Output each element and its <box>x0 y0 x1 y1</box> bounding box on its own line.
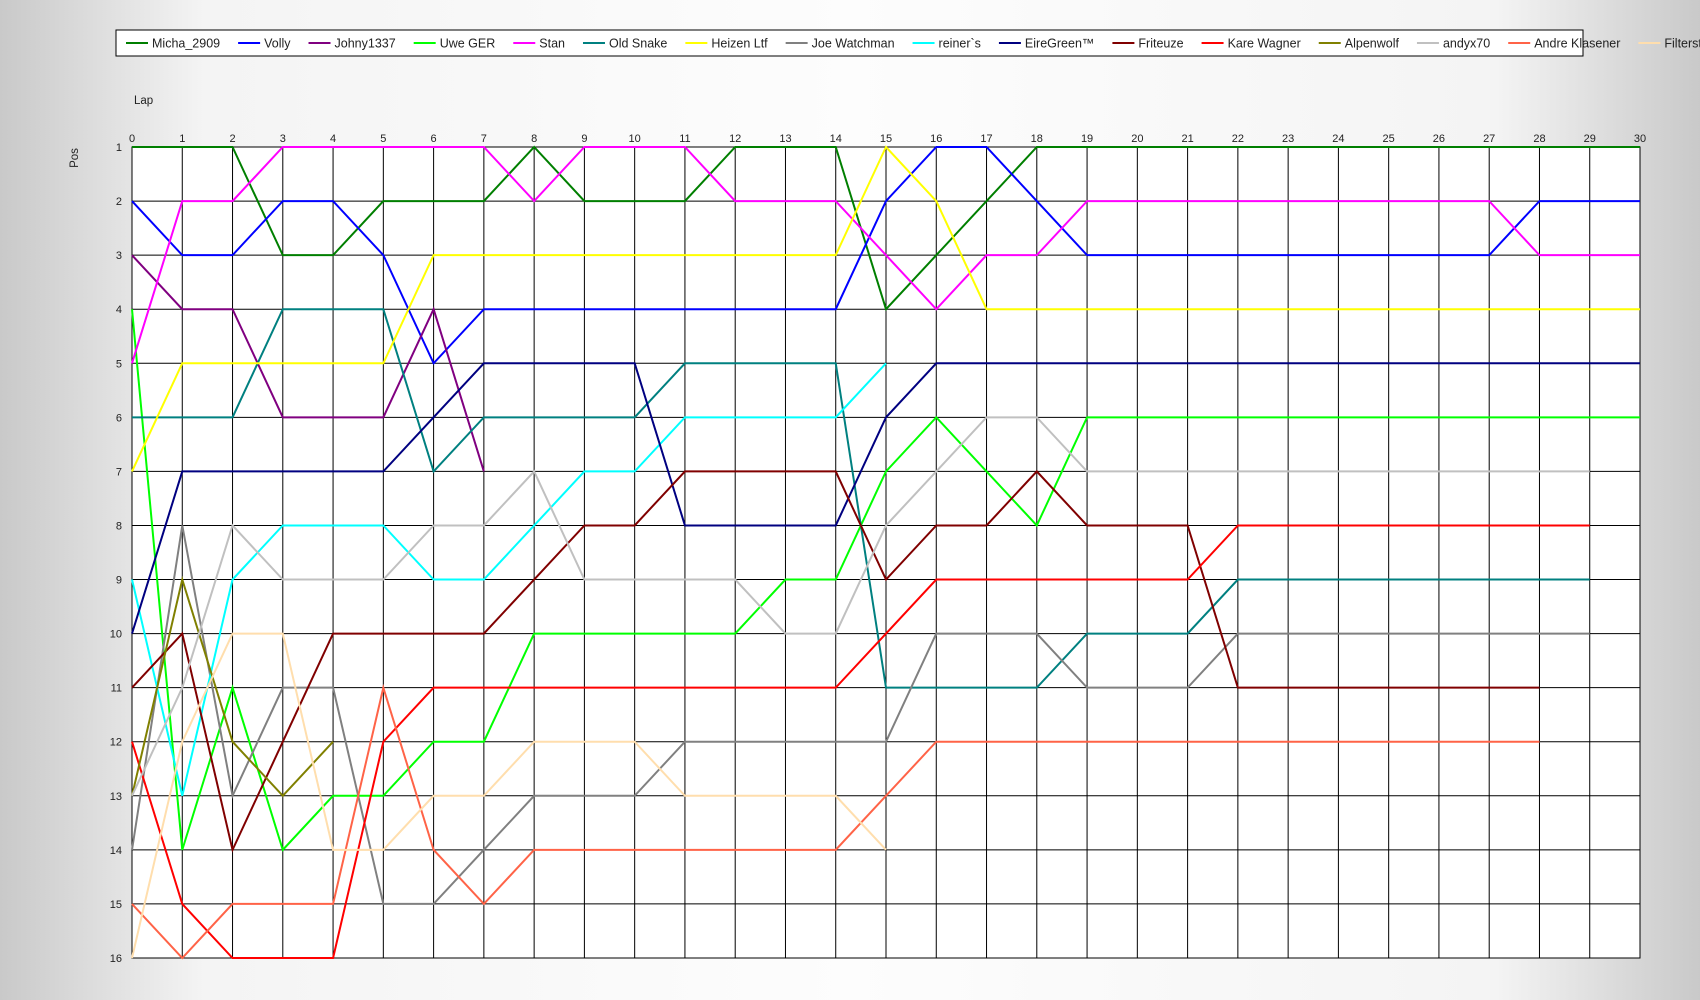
y-tick-label: 5 <box>116 358 122 370</box>
x-tick-label: 14 <box>830 133 842 145</box>
y-tick-label: 3 <box>116 250 122 262</box>
legend-item-label: Uwe GER <box>440 37 496 51</box>
y-tick-label: 16 <box>110 953 122 965</box>
x-tick-label: 10 <box>629 133 641 145</box>
x-tick-label: 23 <box>1282 133 1294 145</box>
x-tick-label: 7 <box>481 133 487 145</box>
x-tick-label: 30 <box>1634 133 1646 145</box>
y-tick-label: 15 <box>110 899 122 911</box>
x-tick-label: 19 <box>1081 133 1093 145</box>
legend-item-label: Old Snake <box>609 37 667 51</box>
y-tick-label: 7 <box>116 466 122 478</box>
y-tick-label: 12 <box>110 737 122 749</box>
x-tick-label: 13 <box>779 133 791 145</box>
y-tick-label: 6 <box>116 412 122 424</box>
x-tick-label: 5 <box>380 133 386 145</box>
legend-item-label: Friteuze <box>1138 37 1183 51</box>
x-tick-label: 4 <box>330 133 336 145</box>
x-tick-label: 20 <box>1131 133 1143 145</box>
x-tick-label: 29 <box>1584 133 1596 145</box>
legend-item-label: Stan <box>539 37 565 51</box>
legend-item-label: reiner`s <box>939 37 981 51</box>
x-axis-label: Lap <box>134 95 153 107</box>
x-tick-label: 12 <box>729 133 741 145</box>
legend-item-label: EireGreen™ <box>1025 37 1094 51</box>
x-tick-label: 8 <box>531 133 537 145</box>
x-tick-label: 21 <box>1181 133 1193 145</box>
x-tick-label: 28 <box>1533 133 1545 145</box>
y-tick-label: 14 <box>110 845 122 857</box>
legend-item-label: andyx70 <box>1443 37 1490 51</box>
y-tick-label: 10 <box>110 629 122 641</box>
legend-item-label: Filterstony <box>1664 37 1700 51</box>
y-axis-label: Pos <box>69 148 81 168</box>
x-tick-label: 9 <box>581 133 587 145</box>
legend-item-label: Micha_2909 <box>152 37 220 51</box>
x-tick-label: 18 <box>1031 133 1043 145</box>
y-tick-label: 4 <box>116 304 122 316</box>
x-axis-ticks: 0 1 2 3 4 5 6 7 8 9 10 11 12 13 14 15 16 17 18 19 20 21 22 23 24… <box>129 133 1646 145</box>
y-tick-label: 2 <box>116 196 122 208</box>
y-tick-label: 8 <box>116 520 122 532</box>
x-tick-label: 17 <box>980 133 992 145</box>
legend-item-label: Heizen Ltf <box>711 37 768 51</box>
x-tick-label: 27 <box>1483 133 1495 145</box>
y-axis-ticks: 12345678910111213141516 <box>110 142 122 965</box>
x-tick-label: 6 <box>431 133 437 145</box>
y-tick-label: 9 <box>116 575 122 587</box>
legend-item-label: Andre Klasener <box>1534 37 1620 51</box>
legend: Micha_2909 Volly Johny1337 Uwe GER Stan Old S… <box>115 29 1700 57</box>
legend-item-label: Joe Watchman <box>812 37 895 51</box>
legend-item-label: Kare Wagner <box>1228 37 1301 51</box>
x-tick-label: 22 <box>1232 133 1244 145</box>
y-tick-label: 1 <box>116 142 122 154</box>
legend-item-label: Alpenwolf <box>1345 37 1400 51</box>
x-tick-label: 25 <box>1383 133 1395 145</box>
legend-item-label: Johny1337 <box>335 37 396 51</box>
race-position-chart: Micha_2909 Volly Johny1337 Uwe GER Stan Old S… <box>69 29 1700 965</box>
x-tick-label: 1 <box>179 133 185 145</box>
x-tick-label: 0 <box>129 133 135 145</box>
x-tick-label: 24 <box>1332 133 1344 145</box>
x-tick-label: 11 <box>679 133 690 145</box>
x-tick-label: 15 <box>880 133 892 145</box>
x-tick-label: 2 <box>229 133 235 145</box>
y-tick-label: 13 <box>110 791 122 803</box>
x-tick-label: 16 <box>930 133 942 145</box>
legend-item-label: Volly <box>264 37 291 51</box>
y-tick-label: 11 <box>111 683 122 695</box>
chart-grid <box>131 146 1641 959</box>
x-tick-label: 3 <box>280 133 286 145</box>
x-tick-label: 26 <box>1433 133 1445 145</box>
